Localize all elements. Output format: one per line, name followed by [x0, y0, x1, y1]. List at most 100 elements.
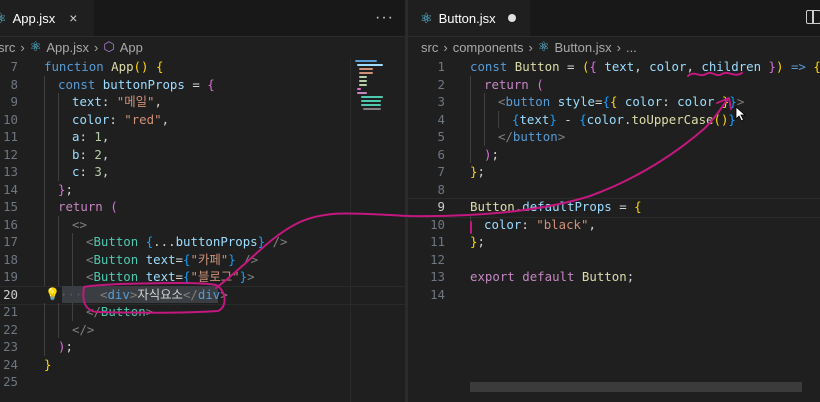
code-line: };	[470, 234, 485, 249]
mouse-cursor-icon	[735, 106, 747, 122]
line-number-active: 9	[437, 199, 445, 214]
line-number: 17	[3, 234, 18, 249]
chevron-right-icon: ›	[528, 39, 533, 55]
line-number: 6	[437, 146, 445, 162]
line-number: 14	[430, 286, 445, 302]
code-line: return (	[484, 76, 544, 92]
line-number: 22	[3, 321, 18, 337]
line-number: 15	[3, 199, 18, 214]
chevron-right-icon: ›	[20, 39, 25, 55]
code-line: return (	[58, 199, 118, 214]
code-line: color: "red",	[72, 111, 170, 127]
line-number-active: 20	[3, 286, 18, 302]
left-tab-bar: ⚛ App.jsx × ···	[0, 0, 405, 37]
breadcrumb-more[interactable]: ...	[626, 40, 637, 55]
line-number: 12	[430, 251, 445, 267]
line-number: 13	[3, 164, 18, 179]
line-number: 10	[430, 216, 445, 232]
line-number: 7	[10, 59, 18, 74]
code-line: );	[58, 339, 73, 354]
horizontal-scrollbar[interactable]	[470, 382, 802, 392]
chevron-right-icon: ›	[443, 39, 448, 55]
code-line: );	[484, 146, 499, 162]
code-line: Button.defaultProps = {	[470, 199, 642, 214]
code-line: export default Button;	[470, 269, 635, 284]
line-number: 16	[3, 216, 18, 232]
react-icon: ⚛	[29, 39, 42, 54]
code-line: text: "메일",	[72, 94, 162, 109]
line-number: 4	[437, 111, 445, 127]
left-editor-group: ⚛ App.jsx × ··· src › ⚛ App.jsx › ⬡ App …	[0, 0, 405, 402]
chevron-right-icon: ›	[93, 39, 99, 55]
line-number: 14	[3, 181, 18, 197]
line-number: 24	[3, 356, 18, 372]
chevron-right-icon: ›	[616, 39, 621, 55]
code-line: <Button text={"카페"} />	[86, 251, 259, 267]
code-line: </>	[72, 321, 95, 337]
right-tab-bar: ⚛ Button.jsx	[408, 0, 820, 37]
code-line: function App() {	[44, 59, 164, 74]
breadcrumb: src › ⚛ App.jsx › ⬡ App	[0, 37, 405, 57]
line-number: 8	[10, 76, 18, 92]
code-area-right[interactable]: 1 const Button = ({ text, color, children…	[408, 58, 820, 303]
code-line: color: "black",	[484, 216, 596, 232]
code-line: <div>자식요소</div>	[100, 286, 228, 302]
code-line: </Button>	[86, 304, 154, 319]
code-line: <button style={{ color: color }}>	[498, 94, 745, 109]
code-line: <>	[72, 216, 87, 232]
whitespace-dots: ···	[60, 286, 83, 302]
breadcrumb-folder[interactable]: src	[421, 40, 438, 55]
close-icon[interactable]: ×	[69, 10, 77, 26]
right-editor-group: ⚛ Button.jsx src › components › ⚛ Button…	[408, 0, 820, 402]
code-line: a: 1,	[72, 129, 110, 144]
react-icon: ⚛	[537, 39, 550, 54]
split-editor-icon[interactable]	[806, 10, 820, 24]
breadcrumb-folder[interactable]: components	[453, 40, 524, 55]
line-number: 11	[3, 129, 18, 144]
line-number: 3	[437, 94, 445, 109]
lightbulb-icon[interactable]: 💡	[45, 286, 60, 304]
code-line: c: 3,	[72, 164, 110, 179]
code-line: }	[44, 356, 52, 372]
more-actions-icon[interactable]: ···	[375, 9, 394, 27]
code-line: {text} - {color.toUpperCase()}	[512, 111, 736, 127]
breadcrumb: src › components › ⚛ Button.jsx › ...	[421, 37, 820, 57]
code-line: };	[470, 164, 485, 179]
line-number: 1	[437, 59, 445, 74]
react-icon: ⚛	[420, 9, 433, 26]
breadcrumb-folder[interactable]: src	[0, 40, 15, 55]
line-number: 11	[430, 234, 445, 249]
breadcrumb-symbol[interactable]: App	[120, 40, 143, 55]
line-number: 23	[3, 339, 18, 354]
line-number: 21	[3, 304, 18, 319]
cube-icon: ⬡	[103, 39, 115, 54]
line-number: 7	[437, 164, 445, 179]
react-icon: ⚛	[0, 9, 7, 26]
minimap[interactable]	[350, 58, 405, 402]
line-number: 5	[437, 129, 445, 144]
tab-button-jsx[interactable]: ⚛ Button.jsx	[408, 0, 530, 36]
line-number: 25	[3, 374, 18, 389]
tab-app-jsx[interactable]: ⚛ App.jsx ×	[0, 0, 94, 36]
breadcrumb-file[interactable]: App.jsx	[46, 40, 89, 55]
unsaved-dot-icon[interactable]	[507, 14, 516, 22]
code-area-left[interactable]: 7 function App() { 8 const buttonProps = {…	[0, 58, 405, 391]
line-number: 12	[3, 146, 18, 162]
code-line: <Button {...buttonProps} />	[86, 234, 288, 249]
code-line: </button>	[498, 129, 566, 144]
code-line: const buttonProps = {	[58, 76, 215, 92]
code-line: <Button text={"블로그"}>	[86, 269, 255, 284]
code-line: const Button = ({ text, color, children …	[470, 59, 820, 74]
line-number: 13	[430, 269, 445, 284]
line-number: 8	[437, 181, 445, 197]
tab-label: App.jsx	[12, 10, 56, 26]
line-number: 9	[10, 94, 18, 109]
line-number: 18	[3, 251, 18, 267]
line-number: 19	[3, 269, 18, 284]
line-number: 10	[3, 111, 18, 127]
code-line: b: 2,	[72, 146, 110, 162]
tab-label: Button.jsx	[438, 10, 496, 26]
code-line: };	[58, 181, 73, 197]
breadcrumb-file[interactable]: Button.jsx	[555, 40, 612, 55]
line-number: 2	[437, 76, 445, 92]
